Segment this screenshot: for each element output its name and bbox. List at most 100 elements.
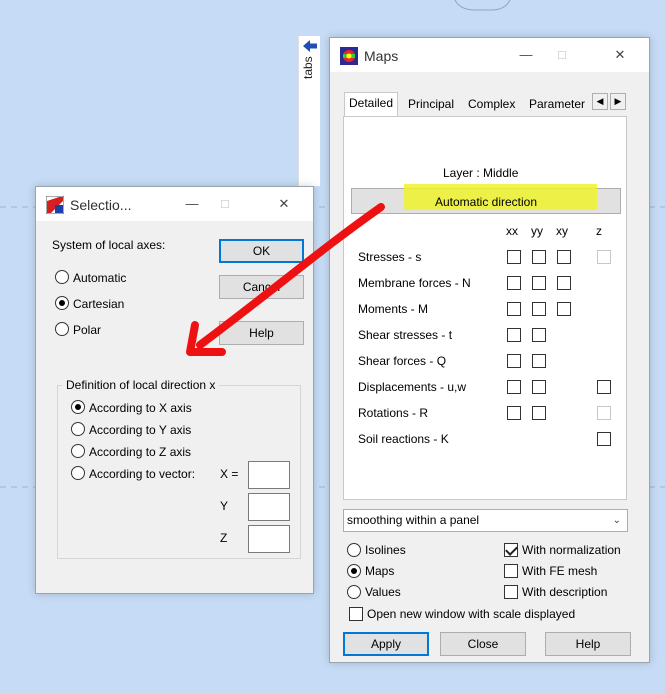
selection-close-window-button[interactable]: ✕ [276,196,292,212]
dir-z-radio[interactable] [71,444,85,458]
result-checkbox-z [597,406,611,420]
tabs-label[interactable]: tabs [301,56,319,116]
axes-label: System of local axes: [52,238,166,252]
vector-x-label: X = [220,467,239,481]
dir-y-radio[interactable] [71,422,85,436]
result-checkbox-z[interactable] [597,380,611,394]
result-checkbox-xx[interactable] [507,406,521,420]
result-checkbox-yy[interactable] [532,276,546,290]
automatic-direction-label[interactable]: Automatic direction [351,195,621,209]
values-radio[interactable] [347,585,361,599]
result-checkbox-yy[interactable] [532,354,546,368]
result-checkbox-z [597,250,611,264]
maps-label[interactable]: Maps [365,564,394,578]
cancel-button[interactable]: Cancel [219,275,304,299]
result-checkbox-xx[interactable] [507,276,521,290]
dir-x-radio[interactable] [71,400,85,414]
vector-y-label: Y [220,499,229,513]
description-checkbox[interactable] [504,585,518,599]
result-row-label: Soil reactions - K [358,432,449,446]
tab-complex[interactable]: Complex [464,94,519,116]
smoothing-value: smoothing within a panel [347,513,480,527]
maps-title: Maps [364,48,399,64]
dir-z-label[interactable]: According to Z axis [89,445,191,459]
dir-vector-radio[interactable] [71,466,85,480]
maximize-button[interactable]: □ [554,47,570,63]
maps-radio[interactable] [347,564,361,578]
result-checkbox-xy[interactable] [557,250,571,264]
result-checkbox-xy[interactable] [557,276,571,290]
left-arrow-icon[interactable] [303,40,317,52]
maps-titlebar[interactable]: Maps — □ ✕ [330,38,649,72]
result-checkbox-xx[interactable] [507,380,521,394]
vector-y-input[interactable] [248,493,290,521]
description-label[interactable]: With description [522,585,607,599]
normalization-checkbox[interactable] [504,543,518,557]
result-checkbox-xx[interactable] [507,328,521,342]
open-window-checkbox[interactable] [349,607,363,621]
apply-button[interactable]: Apply [343,632,429,656]
tab-scroll-right-button[interactable]: ▶ [610,93,626,110]
chevron-down-icon: ⌄ [612,515,621,526]
layer-text: Layer : Middle [443,166,519,180]
result-checkbox-xx[interactable] [507,302,521,316]
result-checkbox-xy[interactable] [557,302,571,316]
result-checkbox-yy[interactable] [532,406,546,420]
isolines-radio[interactable] [347,543,361,557]
open-window-label[interactable]: Open new window with scale displayed [367,607,575,621]
axes-cartesian-label[interactable]: Cartesian [73,297,124,311]
axes-automatic-radio[interactable] [55,270,69,284]
fe-mesh-checkbox[interactable] [504,564,518,578]
selection-minimize-button[interactable]: — [184,196,200,212]
selection-help-button[interactable]: Help [219,321,304,345]
column-header-xy: xy [556,224,568,238]
tab-detailed[interactable]: Detailed [344,92,399,118]
vector-z-label: Z [220,531,228,545]
axes-polar-radio[interactable] [55,322,69,336]
fe-mesh-label[interactable]: With FE mesh [522,564,597,578]
result-checkbox-xx[interactable] [507,354,521,368]
maps-help-button[interactable]: Help [545,632,631,656]
axes-polar-label[interactable]: Polar [73,323,101,337]
vector-x-input[interactable] [248,461,290,489]
axes-automatic-label[interactable]: Automatic [73,271,126,285]
values-label[interactable]: Values [365,585,401,599]
close-button[interactable]: Close [440,632,526,656]
column-header-z: z [596,224,602,238]
dir-y-label[interactable]: According to Y axis [89,423,191,437]
tab-principal[interactable]: Principal [404,94,458,116]
selection-titlebar[interactable]: Selectio... — □ ✕ [36,187,313,221]
result-checkbox-xx[interactable] [507,250,521,264]
result-checkbox-yy[interactable] [532,250,546,264]
isolines-label[interactable]: Isolines [365,543,406,557]
maps-app-icon [340,47,358,65]
result-row-label: Rotations - R [358,406,429,420]
dir-x-label[interactable]: According to X axis [89,401,192,415]
axes-cartesian-radio[interactable] [55,296,69,310]
dir-vector-label[interactable]: According to vector: [89,467,195,481]
maps-tabbar: Detailed Principal Complex Parameter ◀ ▶ [344,92,630,118]
minimize-button[interactable]: — [518,47,534,63]
vector-z-input[interactable] [248,525,290,553]
result-checkbox-z[interactable] [597,432,611,446]
normalization-label[interactable]: With normalization [522,543,621,557]
result-checkbox-yy[interactable] [532,302,546,316]
result-row-label: Displacements - u,w [358,380,467,394]
column-header-xx: xx [506,224,518,238]
result-row-label: Stresses - s [358,250,422,264]
tabs-side-strip[interactable]: tabs [298,36,320,186]
close-window-button[interactable]: ✕ [612,47,628,63]
result-row-label: Shear forces - Q [358,354,447,368]
ok-button[interactable]: OK [219,239,304,263]
tab-scroll-left-button[interactable]: ◀ [592,93,608,110]
result-row-label: Membrane forces - N [358,276,471,290]
smoothing-select[interactable]: smoothing within a panel ⌄ [343,509,628,532]
column-header-yy: yy [531,224,543,238]
result-checkbox-yy[interactable] [532,380,546,394]
tab-parameter[interactable]: Parameter [525,94,589,116]
selection-title: Selectio... [70,197,132,213]
selection-maximize-button[interactable]: □ [217,196,233,212]
result-row-label: Moments - M [358,302,429,316]
result-row-label: Shear stresses - t [358,328,453,342]
result-checkbox-yy[interactable] [532,328,546,342]
